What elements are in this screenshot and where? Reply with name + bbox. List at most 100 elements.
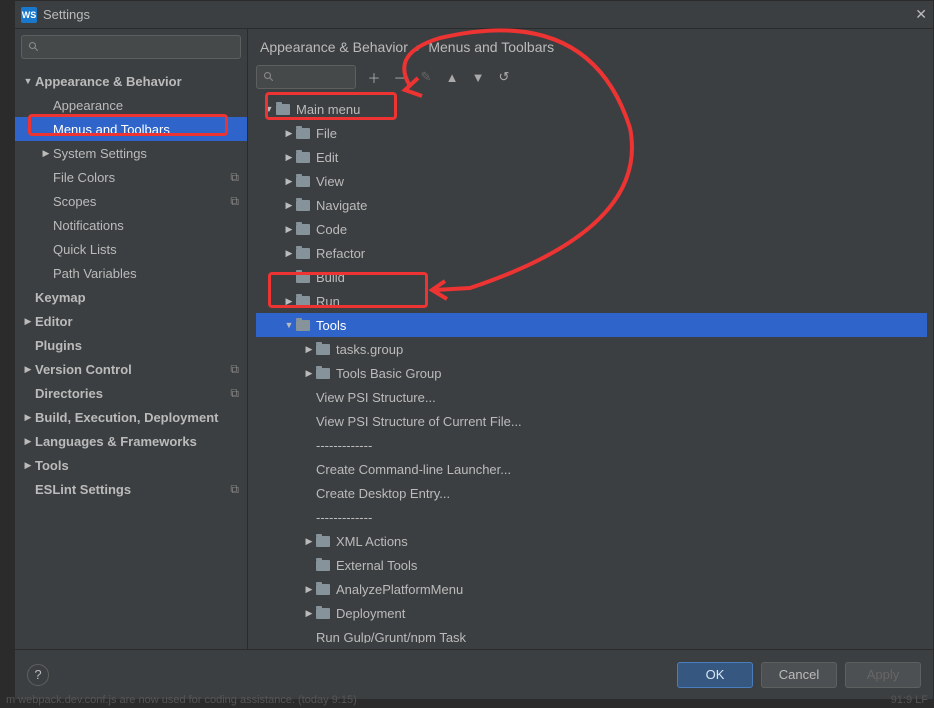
menu-tree-item[interactable]: ▶tasks.group <box>256 337 927 361</box>
sidebar-search-input[interactable] <box>21 35 241 59</box>
menu-tree-item[interactable]: ▼Main menu <box>256 97 927 121</box>
chevron-right-icon: ▶ <box>282 224 296 235</box>
sidebar-item[interactable]: ▶Version Control⧉ <box>15 357 247 381</box>
remove-icon[interactable]: － <box>392 69 408 85</box>
menu-tree-item-label: XML Actions <box>336 534 919 549</box>
sidebar-item-label: Editor <box>35 314 239 329</box>
chevron-right-icon: ▶ <box>302 584 316 595</box>
chevron-right-icon: › <box>416 39 421 55</box>
project-config-icon: ⧉ <box>230 170 239 185</box>
sidebar-item[interactable]: Quick Lists <box>15 237 247 261</box>
chevron-right-icon: ▶ <box>21 460 35 471</box>
menu-tree: ▼Main menu▶File▶Edit▶View▶Navigate▶Code▶… <box>256 97 927 643</box>
chevron-right-icon: ▶ <box>282 248 296 259</box>
cancel-button[interactable]: Cancel <box>761 662 837 688</box>
add-icon[interactable]: ＋ <box>366 69 382 85</box>
menu-tree-item[interactable]: External Tools <box>256 553 927 577</box>
sidebar-item[interactable]: Menus and Toolbars <box>15 117 247 141</box>
menu-tree-item[interactable]: ------------- <box>256 433 927 457</box>
sidebar-item-label: Build, Execution, Deployment <box>35 410 239 425</box>
sidebar-item[interactable]: Scopes⧉ <box>15 189 247 213</box>
sidebar-item-label: Appearance & Behavior <box>35 74 239 89</box>
dialog-title: Settings <box>43 7 915 22</box>
sidebar-item-label: Appearance <box>53 98 239 113</box>
close-icon[interactable]: ✕ <box>915 6 927 23</box>
sidebar-item[interactable]: ▶System Settings <box>15 141 247 165</box>
search-icon <box>263 71 275 83</box>
sidebar-item-label: Scopes <box>53 194 226 209</box>
chevron-right-icon: ▶ <box>282 200 296 211</box>
menu-tree-item[interactable]: ------------- <box>256 505 927 529</box>
folder-icon <box>316 584 330 595</box>
sidebar-item[interactable]: ▼Appearance & Behavior <box>15 69 247 93</box>
menu-tree-item[interactable]: ▶ XML Actions <box>256 529 927 553</box>
menu-tree-item[interactable]: ▶Edit <box>256 145 927 169</box>
sidebar-item[interactable]: ▶Tools <box>15 453 247 477</box>
sidebar-item[interactable]: Notifications <box>15 213 247 237</box>
menu-tree-item[interactable]: ▶ Navigate <box>256 193 927 217</box>
ok-button[interactable]: OK <box>677 662 753 688</box>
help-icon[interactable]: ? <box>27 664 49 686</box>
menu-tree-item-label: Build <box>316 270 919 285</box>
chevron-right-icon: ▶ <box>282 296 296 307</box>
sidebar-item-label: Path Variables <box>53 266 239 281</box>
menu-tree-item[interactable]: View PSI Structure... <box>256 385 927 409</box>
edit-icon[interactable]: ✎ <box>418 69 434 85</box>
sidebar-item[interactable]: File Colors⧉ <box>15 165 247 189</box>
move-up-icon[interactable]: ▲ <box>444 69 460 85</box>
sidebar-item-label: System Settings <box>53 146 239 161</box>
sidebar-item[interactable]: ▶Editor <box>15 309 247 333</box>
chevron-right-icon: ▶ <box>302 608 316 619</box>
menu-tree-item[interactable]: ▶Tools Basic Group <box>256 361 927 385</box>
folder-icon <box>316 368 330 379</box>
folder-icon <box>296 224 310 235</box>
chevron-right-icon: ▶ <box>21 436 35 447</box>
sidebar-item[interactable]: Appearance <box>15 93 247 117</box>
folder-icon <box>316 536 330 547</box>
chevron-right-icon: ▶ <box>21 316 35 327</box>
menu-tree-item[interactable]: ▶Run <box>256 289 927 313</box>
sidebar-item[interactable]: Keymap <box>15 285 247 309</box>
menu-tree-item-label: Tools <box>316 318 919 333</box>
sidebar-item[interactable]: ▶Build, Execution, Deployment <box>15 405 247 429</box>
reset-icon[interactable]: ↺ <box>496 69 512 85</box>
menu-tree-item-label: Navigate <box>316 198 919 213</box>
sidebar-item-label: Directories <box>35 386 226 401</box>
sidebar-item-label: Notifications <box>53 218 239 233</box>
menu-tree-item[interactable]: ▼Tools <box>256 313 927 337</box>
menu-tree-item-label: External Tools <box>336 558 919 573</box>
folder-icon <box>276 104 290 115</box>
chevron-right-icon: ▶ <box>302 368 316 379</box>
menu-tree-item[interactable]: Run Gulp/Grunt/npm Task <box>256 625 927 643</box>
sidebar-item[interactable]: Directories⧉ <box>15 381 247 405</box>
breadcrumb: Appearance & Behavior › Menus and Toolba… <box>248 29 933 61</box>
chevron-right-icon: ▶ <box>302 344 316 355</box>
menu-tree-item[interactable]: ▶Refactor <box>256 241 927 265</box>
menu-tree-item[interactable]: View PSI Structure of Current File... <box>256 409 927 433</box>
move-down-icon[interactable]: ▼ <box>470 69 486 85</box>
menu-tree-item[interactable]: Create Command-line Launcher... <box>256 457 927 481</box>
menu-tree-item[interactable]: Create Desktop Entry... <box>256 481 927 505</box>
chevron-right-icon: ▶ <box>302 536 316 547</box>
menu-tree-item[interactable]: Build <box>256 265 927 289</box>
toolbar: ＋ － ✎ ▲ ▼ ↺ <box>248 61 933 93</box>
chevron-down-icon: ▼ <box>21 76 35 86</box>
tree-search-input[interactable] <box>256 65 356 89</box>
menu-tree-item-label: View <box>316 174 919 189</box>
chevron-right-icon: ▶ <box>282 152 296 163</box>
apply-button[interactable]: Apply <box>845 662 921 688</box>
sidebar-item[interactable]: ESLint Settings⧉ <box>15 477 247 501</box>
main-panel: Appearance & Behavior › Menus and Toolba… <box>248 29 933 649</box>
sidebar-item[interactable]: Path Variables <box>15 261 247 285</box>
sidebar-item[interactable]: Plugins <box>15 333 247 357</box>
breadcrumb-parent[interactable]: Appearance & Behavior <box>260 39 408 55</box>
sidebar-item[interactable]: ▶Languages & Frameworks <box>15 429 247 453</box>
app-icon: WS <box>21 7 37 23</box>
menu-tree-item[interactable]: ▶Code <box>256 217 927 241</box>
project-config-icon: ⧉ <box>230 482 239 497</box>
menu-tree-item[interactable]: ▶Deployment <box>256 601 927 625</box>
menu-tree-item[interactable]: ▶AnalyzePlatformMenu <box>256 577 927 601</box>
status-bar: m webpack.dev.conf.js are now used for c… <box>0 692 934 708</box>
menu-tree-item[interactable]: ▶View <box>256 169 927 193</box>
menu-tree-item[interactable]: ▶File <box>256 121 927 145</box>
